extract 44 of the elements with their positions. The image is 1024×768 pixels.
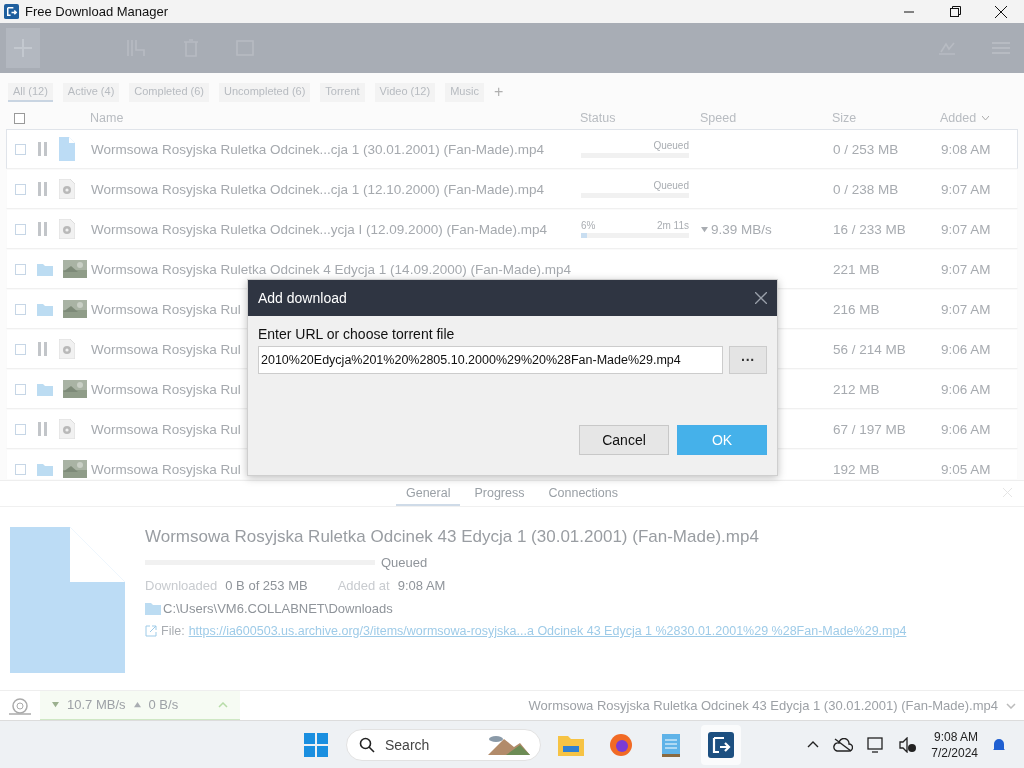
file-name: Wormsowa Rosyjska Ruletka Odcinek...cja 1 (30.01.2001) (Fan-Made).mp4 — [91, 141, 544, 157]
download-title: Wormsowa Rosyjska Ruletka Odcinek 43 Edycja 1 (30.01.2001) (Fan-Made).mp4 — [145, 527, 760, 547]
added-time: 9:06 AM — [941, 421, 991, 437]
added-time: 9:05 AM — [941, 461, 991, 477]
status-text: Queued — [653, 140, 689, 151]
folder-path: C:\Users\VM6.COLLABNET\Downloads — [163, 601, 393, 616]
file-name: Wormsowa Rosyjska Ruletka Odcinek...cja 1 (12.10.2000) (Fan-Made).mp4 — [91, 181, 544, 197]
file-name: Wormsowa Rosyjska Ruletka Odcinek...ycja I (12.09.2000) (Fan-Made).mp4 — [91, 221, 547, 237]
status-text: Queued — [653, 180, 689, 191]
added-time: 9:06 AM — [941, 381, 991, 397]
size-text: 192 MB — [833, 461, 880, 477]
dialog-title: Add download — [258, 290, 347, 306]
file-label: File: — [161, 624, 185, 638]
added-time: 9:07 AM — [941, 301, 991, 317]
added-time: 9:07 AM — [941, 261, 991, 277]
file-name: Wormsowa Rosyjska Rul — [91, 301, 241, 317]
added-time: 9:07 AM — [941, 181, 991, 197]
speed-text: 9.39 MB/s — [711, 221, 772, 237]
size-text: 0 / 253 MB — [833, 141, 899, 157]
size-text: 216 MB — [833, 301, 880, 317]
download-speed: 10.7 MB/s — [67, 697, 126, 712]
progress-percent: 6% — [581, 220, 596, 231]
url-label: Enter URL or choose torrent file — [258, 326, 456, 342]
size-text: 67 / 197 MB — [833, 421, 906, 437]
downloaded-value: 0 B of 253 MB — [225, 578, 308, 593]
file-name: Wormsowa Rosyjska Rul — [91, 341, 241, 357]
file-name: Wormsowa Rosyjska Rul — [91, 421, 241, 437]
current-download: Wormsowa Rosyjska Ruletka Odcinek 43 Edycja 1 (30.01.2001) (Fan-Made).mp4 — [528, 698, 998, 713]
upload-speed: 0 B/s — [148, 697, 179, 712]
added-time: 9:08 AM — [941, 141, 991, 157]
size-text: 212 MB — [833, 381, 880, 397]
size-text: 56 / 214 MB — [833, 341, 906, 357]
size-text: 16 / 233 MB — [833, 221, 906, 237]
size-text: 221 MB — [833, 261, 880, 277]
file-name: Wormsowa Rosyjska Rul — [91, 381, 241, 397]
status-text: Queued — [381, 555, 428, 570]
added-value: 9:08 AM — [397, 578, 446, 593]
size-text: 0 / 238 MB — [833, 181, 899, 197]
added-time: 9:07 AM — [941, 221, 991, 237]
time-remaining: 2m 11s — [656, 220, 689, 231]
file-name: Wormsowa Rosyjska Ruletka Odcinek 4 Edycja 1 (14.09.2000) (Fan-Made).mp4 — [91, 261, 571, 277]
file-name: Wormsowa Rosyjska Rul — [91, 461, 241, 477]
added-time: 9:06 AM — [941, 341, 991, 357]
window-title: Free Download Manager — [25, 4, 169, 19]
